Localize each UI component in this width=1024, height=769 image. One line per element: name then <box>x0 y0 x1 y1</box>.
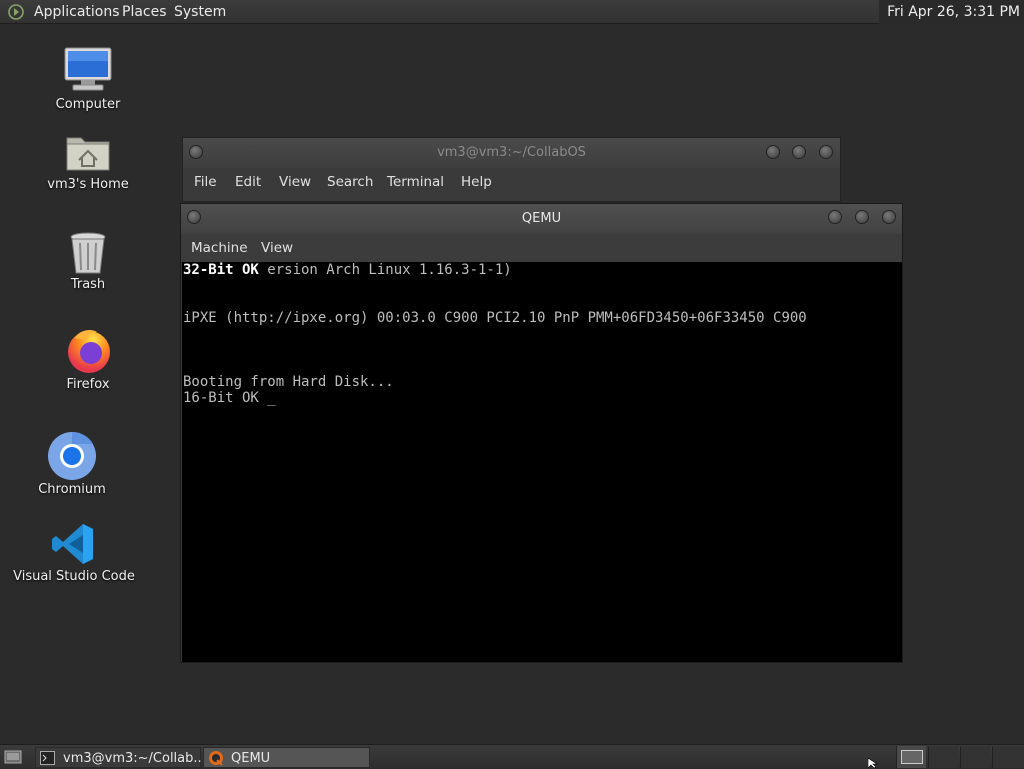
desktop-icon-label: Chromium <box>38 482 106 497</box>
console-line: 16-Bit OK _ <box>183 390 276 406</box>
terminal-menubar: File Edit View Search Terminal Help <box>183 168 840 196</box>
menu-help[interactable]: Help <box>461 168 492 196</box>
window-title: vm3@vm3:~/CollabOS <box>437 145 586 160</box>
menu-view[interactable]: View <box>279 168 311 196</box>
console-text: ersion Arch Linux 1.16.3-1-1) <box>258 262 512 278</box>
taskbar-label: QEMU <box>231 751 271 766</box>
console-line: 32-Bit OK ersion Arch Linux 1.16.3-1-1) <box>183 262 512 278</box>
clock[interactable]: Fri Apr 26, 3:31 PM <box>879 0 1024 24</box>
terminal-window[interactable]: vm3@vm3:~/CollabOS File Edit View Search… <box>182 137 841 202</box>
menu-view[interactable]: View <box>261 234 293 262</box>
workspace-3[interactable] <box>960 746 990 768</box>
mouse-cursor-icon <box>868 758 878 768</box>
desktop-icon-label: Trash <box>70 277 106 292</box>
qemu-titlebar[interactable]: QEMU <box>181 204 902 234</box>
desktop-icon-label: Firefox <box>66 377 110 392</box>
minimize-button[interactable] <box>828 210 842 224</box>
terminal-icon <box>40 751 55 765</box>
show-desktop-icon[interactable] <box>4 749 22 765</box>
close-button[interactable] <box>882 210 896 224</box>
console-highlight: 32-Bit OK <box>183 262 259 278</box>
menu-search[interactable]: Search <box>327 168 373 196</box>
menu-machine[interactable]: Machine <box>191 234 248 262</box>
maximize-button[interactable] <box>792 145 806 159</box>
minimize-button[interactable] <box>766 145 780 159</box>
console-line: Booting from Hard Disk... <box>183 374 394 390</box>
system-menu[interactable]: System <box>174 0 226 24</box>
maximize-button[interactable] <box>855 210 869 224</box>
places-menu[interactable]: Places <box>122 0 167 24</box>
qemu-window[interactable]: QEMU Machine View 32-Bit OK ersion Arch … <box>180 203 903 663</box>
console-line: iPXE (http://ipxe.org) 00:03.0 C900 PCI2… <box>183 310 807 326</box>
qemu-console[interactable]: 32-Bit OK ersion Arch Linux 1.16.3-1-1) … <box>182 262 902 662</box>
window-menu-button[interactable] <box>189 145 203 159</box>
firefox-icon <box>68 330 110 373</box>
workspace-1[interactable] <box>896 746 926 768</box>
window-title: QEMU <box>521 211 562 226</box>
chromium-icon <box>48 431 96 480</box>
desktop-icon-label: Visual Studio Code <box>13 569 135 584</box>
qemu-menubar: Machine View <box>181 234 902 262</box>
workspace-2[interactable] <box>928 746 958 768</box>
qemu-icon <box>209 751 223 766</box>
window-menu-button[interactable] <box>187 210 201 224</box>
taskbar-button-terminal[interactable]: vm3@vm3:~/Collab... <box>35 747 206 768</box>
workspace-4[interactable] <box>992 746 1024 768</box>
top-panel: Applications Places System Fri Apr 26, 3… <box>0 0 1024 24</box>
taskbar-button-qemu[interactable]: QEMU <box>203 747 370 768</box>
menu-terminal[interactable]: Terminal <box>387 168 444 196</box>
computer-icon <box>64 47 112 91</box>
desktop-icon-label: vm3's Home <box>47 177 129 192</box>
applications-menu[interactable]: Applications <box>34 0 120 24</box>
home-folder-icon <box>66 137 110 171</box>
taskbar-label: vm3@vm3:~/Collab... <box>63 751 206 766</box>
terminal-titlebar[interactable]: vm3@vm3:~/CollabOS <box>183 138 840 168</box>
distro-logo-icon[interactable] <box>8 4 24 20</box>
menu-file[interactable]: File <box>194 168 217 196</box>
menu-edit[interactable]: Edit <box>235 168 261 196</box>
close-button[interactable] <box>819 145 833 159</box>
vscode-icon <box>52 524 93 564</box>
workspace-window-thumb <box>901 750 923 764</box>
desktop-icon-label: Computer <box>55 97 121 112</box>
trash-icon <box>70 232 106 274</box>
